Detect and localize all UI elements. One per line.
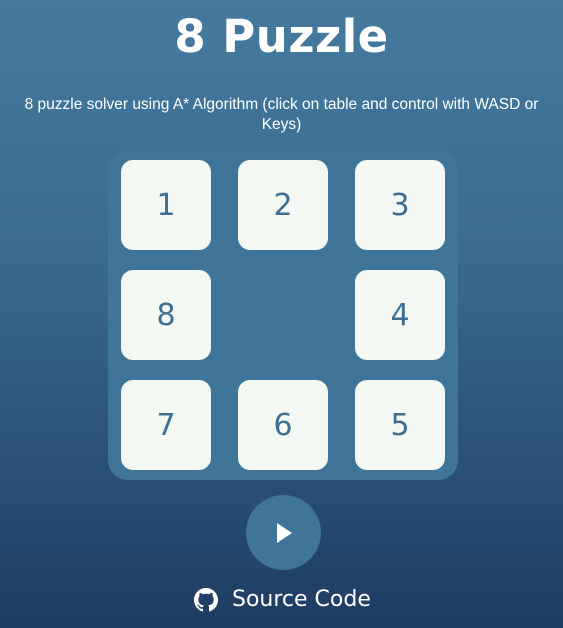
source-code-label: Source Code	[232, 587, 371, 612]
puzzle-tile[interactable]: 7	[121, 380, 211, 470]
puzzle-tile[interactable]: 3	[355, 160, 445, 250]
page-subtitle: 8 puzzle solver using A* Algorithm (clic…	[24, 96, 539, 133]
puzzle-tile[interactable]: 2	[238, 160, 328, 250]
play-icon	[274, 522, 294, 544]
puzzle-tile[interactable]: 4	[355, 270, 445, 360]
puzzle-board[interactable]: 1 2 3 8 4 7 6 5	[108, 150, 458, 480]
github-icon	[194, 588, 218, 612]
puzzle-tile[interactable]: 5	[355, 380, 445, 470]
solve-play-button[interactable]	[246, 495, 321, 570]
puzzle-tile[interactable]: 6	[238, 380, 328, 470]
puzzle-tile[interactable]: 1	[121, 160, 211, 250]
source-code-link[interactable]: Source Code	[194, 584, 371, 616]
page-title: 8 Puzzle	[174, 10, 389, 63]
puzzle-empty-slot	[238, 270, 328, 360]
puzzle-tile[interactable]: 8	[121, 270, 211, 360]
